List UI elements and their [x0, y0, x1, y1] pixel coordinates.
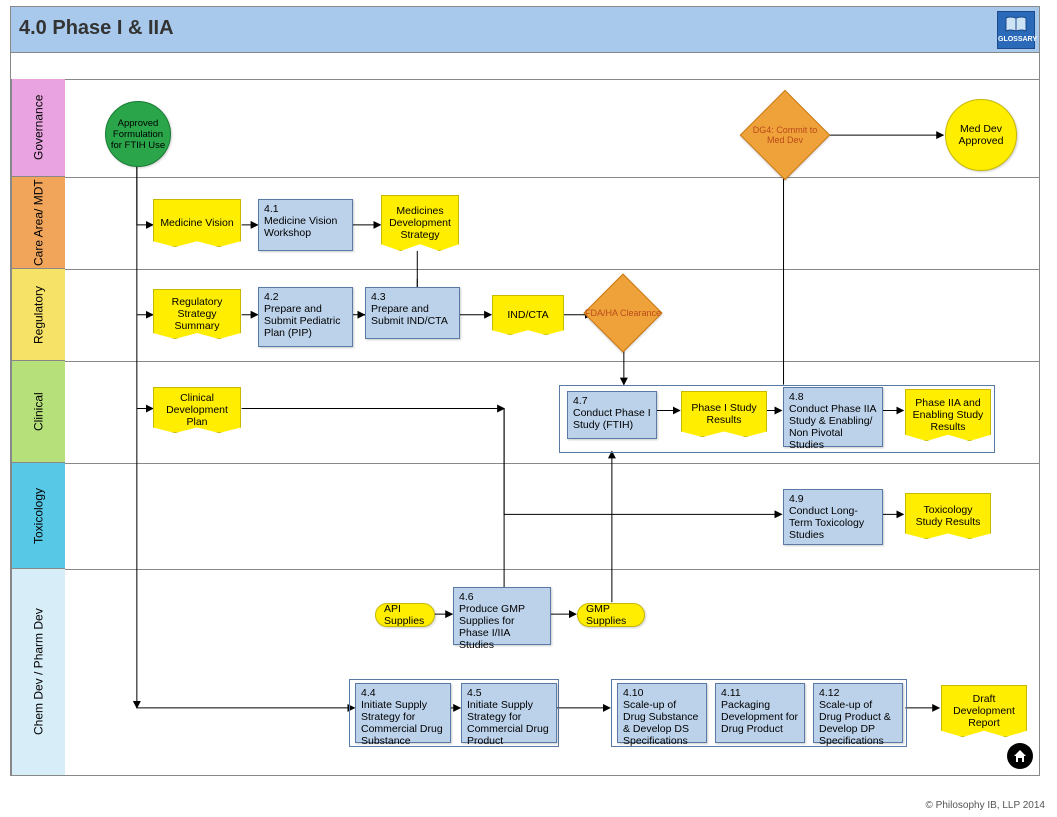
node-dg4-decision[interactable]: DG4: Commit to Med Dev: [740, 90, 831, 181]
node-4-10[interactable]: 4.10 Scale-up of Drug Substance & Develo…: [617, 683, 707, 743]
node-4-6[interactable]: 4.6 Produce GMP Supplies for Phase I/IIA…: [453, 587, 551, 645]
doc-medicine-vision[interactable]: Medicine Vision: [153, 199, 241, 247]
diagram-canvas: Approved Formulation for FTIH Use DG4: C…: [65, 79, 1039, 775]
lane-governance: Governance: [11, 79, 65, 177]
doc-ind-cta[interactable]: IND/CTA: [492, 295, 564, 335]
doc-medicines-dev-strategy[interactable]: Medicines Development Strategy: [381, 195, 459, 251]
node-4-4[interactable]: 4.4 Initiate Supply Strategy for Commerc…: [355, 683, 451, 743]
book-icon: [1004, 16, 1028, 34]
node-4-12[interactable]: 4.12 Scale-up of Drug Product & Develop …: [813, 683, 903, 743]
node-api-supplies[interactable]: API Supplies: [375, 603, 435, 627]
node-approved-formulation[interactable]: Approved Formulation for FTIH Use: [105, 101, 171, 167]
node-meddev-approved[interactable]: Med Dev Approved: [945, 99, 1017, 171]
home-icon: [1013, 749, 1027, 763]
node-4-2[interactable]: 4.2 Prepare and Submit Pediatric Plan (P…: [258, 287, 353, 347]
lane-regulatory: Regulatory: [11, 269, 65, 361]
node-4-5[interactable]: 4.5 Initiate Supply Strategy for Commerc…: [461, 683, 557, 743]
swimlane-labels: Governance Care Area/ MDT Regulatory Cli…: [11, 79, 65, 775]
node-fda-ha-clearance[interactable]: FDA/HA Clearance: [583, 273, 662, 352]
doc-reg-strategy-summary[interactable]: Regulatory Strategy Summary: [153, 289, 241, 339]
node-4-1[interactable]: 4.1 Medicine Vision Workshop: [258, 199, 353, 251]
diagram-frame: 4.0 Phase I & IIA GLOSSARY Governance Ca…: [10, 6, 1040, 776]
doc-phase2a-results[interactable]: Phase IIA and Enabling Study Results: [905, 389, 991, 441]
header-bar: 4.0 Phase I & IIA GLOSSARY: [11, 7, 1039, 53]
glossary-button[interactable]: GLOSSARY: [997, 11, 1035, 49]
node-4-3[interactable]: 4.3 Prepare and Submit IND/CTA: [365, 287, 460, 339]
doc-clinical-dev-plan[interactable]: Clinical Development Plan: [153, 387, 241, 433]
node-4-8[interactable]: 4.8 Conduct Phase IIA Study & Enabling/ …: [783, 387, 883, 447]
node-4-9[interactable]: 4.9 Conduct Long-Term Toxicology Studies: [783, 489, 883, 545]
doc-phase1-results[interactable]: Phase I Study Results: [681, 391, 767, 437]
page-title: 4.0 Phase I & IIA: [19, 17, 174, 40]
footer-text: © Philosophy IB, LLP 2014: [12, 800, 1045, 811]
lane-chem-pharm-dev: Chem Dev / Pharm Dev: [11, 569, 65, 776]
glossary-label: GLOSSARY: [998, 36, 1034, 43]
lane-clinical: Clinical: [11, 361, 65, 463]
node-4-11[interactable]: 4.11 Packaging Development for Drug Prod…: [715, 683, 805, 743]
lane-care-area: Care Area/ MDT: [11, 177, 65, 269]
node-gmp-supplies[interactable]: GMP Supplies: [577, 603, 645, 627]
home-button[interactable]: [1007, 743, 1033, 769]
doc-tox-results[interactable]: Toxicology Study Results: [905, 493, 991, 539]
node-4-7[interactable]: 4.7 Conduct Phase I Study (FTIH): [567, 391, 657, 439]
doc-draft-dev-report[interactable]: Draft Development Report: [941, 685, 1027, 737]
lane-toxicology: Toxicology: [11, 463, 65, 569]
